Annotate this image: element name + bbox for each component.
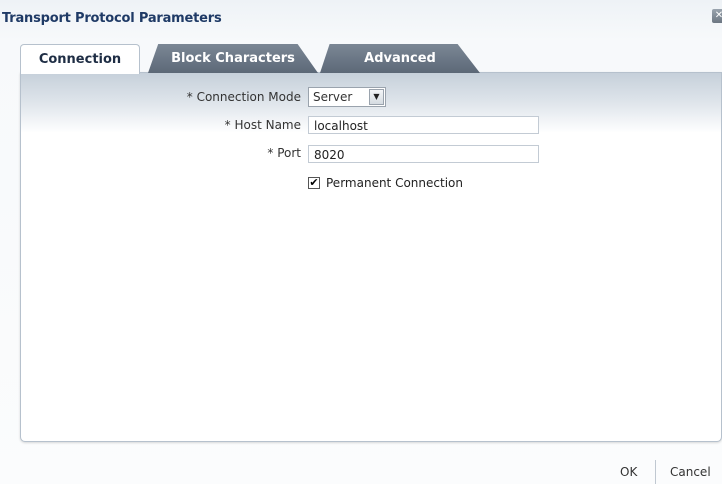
host-name-label-text: Host Name [234, 118, 301, 132]
connection-mode-select[interactable]: Server ▼ [308, 87, 386, 107]
dialog: Transport Protocol Parameters ✕ Connecti… [0, 0, 722, 484]
tab-connection[interactable]: Connection [20, 44, 140, 74]
host-name-input[interactable]: localhost [308, 116, 539, 134]
tab-block-characters[interactable]: Block Characters [148, 44, 318, 73]
port-input[interactable]: 8020 [308, 145, 539, 163]
connection-mode-value: Server [313, 90, 353, 104]
required-marker: * [186, 90, 193, 104]
connection-mode-label: * Connection Mode [141, 87, 301, 107]
permanent-connection-label: Permanent Connection [326, 176, 463, 190]
required-marker: * [267, 146, 274, 160]
connection-mode-label-text: Connection Mode [196, 90, 301, 104]
close-icon[interactable]: ✕ [712, 9, 722, 23]
tab-advanced[interactable]: Advanced [320, 44, 480, 73]
tab-panel-connection: * Connection Mode Server ▼ * Host Name l… [20, 72, 722, 442]
tab-bar: Connection Block Characters Advanced [20, 44, 720, 74]
port-label: * Port [141, 143, 301, 163]
port-label-text: Port [277, 146, 301, 160]
dialog-title: Transport Protocol Parameters [2, 11, 222, 26]
chevron-down-icon[interactable]: ▼ [369, 89, 384, 105]
host-name-label: * Host Name [141, 115, 301, 135]
required-marker: * [224, 118, 231, 132]
button-divider [655, 460, 656, 484]
cancel-button[interactable]: Cancel [662, 459, 719, 485]
permanent-connection-checkbox[interactable]: ✔ [308, 177, 320, 189]
ok-button[interactable]: OK [612, 459, 645, 485]
